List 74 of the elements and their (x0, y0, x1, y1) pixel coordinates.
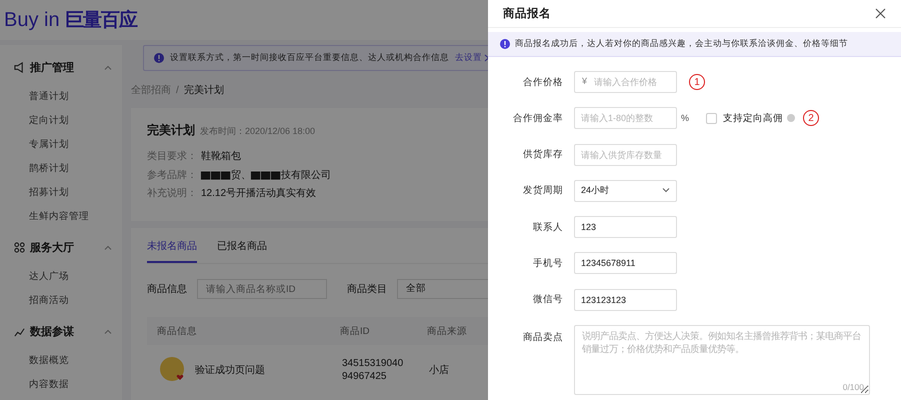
product-source: 小店 (429, 364, 450, 376)
percent-sign: % (681, 113, 690, 124)
publish-time: 发布时间：2020/12/06 18:00 (200, 125, 316, 138)
settings-link[interactable]: 去设置 (455, 52, 490, 64)
breadcrumb-item[interactable]: 完美计划 (184, 83, 224, 97)
megaphone-icon (14, 62, 25, 72)
dropdown[interactable]: 24小时 (574, 180, 677, 202)
form-label: 发货周期 (522, 184, 563, 198)
field-label: 参考品牌： (147, 168, 198, 182)
column-header: 商品来源 (427, 324, 468, 338)
info-icon (500, 39, 510, 49)
column-header: 商品信息 (157, 324, 198, 338)
sidebar-item[interactable]: 招商活动 (0, 289, 122, 313)
sidebar-item[interactable]: 定向计划 (0, 109, 122, 133)
chevron-down-icon (662, 188, 670, 194)
input-field[interactable]: 123123123 (574, 288, 677, 311)
chart-icon (14, 326, 25, 336)
emoji-icon (159, 356, 187, 384)
form-label: 合作价格 (522, 76, 563, 88)
sidebar-section-title[interactable]: 推广管理 (30, 60, 104, 74)
form-label: 手机号 (532, 256, 563, 270)
close-icon[interactable] (875, 8, 886, 19)
field-value: 鞋靴箱包 (201, 150, 241, 164)
input-field[interactable]: 123 (574, 216, 677, 238)
sidebar-item[interactable]: 招募计划 (0, 181, 122, 205)
info-text: 商品报名成功后，达人若对你的商品感兴趣，会主动与你联系洽谈佣金、价格等细节 (515, 38, 848, 50)
checkbox-label[interactable]: 支持定向高佣 (723, 112, 784, 125)
tab[interactable]: 已报名商品 (217, 239, 267, 263)
input-field[interactable]: 请输入1-80的整数 (574, 107, 677, 130)
input-field[interactable]: 请输入供货库存数量 (574, 144, 677, 166)
chevron-up-icon[interactable] (104, 64, 112, 70)
currency-sign: ¥ (582, 76, 588, 86)
sidebar-item[interactable]: 达人广场 (0, 265, 122, 289)
breadcrumb-separator: / (176, 84, 179, 96)
input-field[interactable]: 12345678911 (574, 252, 677, 274)
sidebar-item[interactable]: 鹊桥计划 (0, 157, 122, 181)
field-value: 12.12号开播活动真实有效 (201, 186, 316, 200)
checkbox[interactable] (706, 112, 718, 124)
search-field[interactable]: 请输入商品名称或ID (197, 279, 327, 299)
form-label: 供货库存 (522, 148, 563, 162)
filter-label: 商品信息 (147, 282, 187, 296)
drawer-title: 商品报名 (503, 6, 551, 21)
chevron-right-icon (484, 54, 490, 62)
plan-title: 完美计划 (147, 122, 195, 139)
sidebar-item[interactable]: 生鲜内容管理 (0, 205, 122, 229)
annotation-number: 2 (803, 110, 820, 126)
field-label: 补充说明： (147, 186, 198, 200)
form-label: 联系人 (532, 220, 563, 234)
form-label: 微信号 (532, 293, 563, 306)
info-icon (154, 53, 164, 63)
form-label: 合作佣金率 (512, 112, 563, 125)
sidebar-item[interactable]: 专属计划 (0, 133, 122, 157)
field-value: ▇▇▇贸、▇▇▇技有限公司 (201, 168, 331, 182)
help-icon[interactable] (787, 114, 796, 122)
field-label: 类目要求： (147, 150, 198, 164)
sidebar-item[interactable]: 普通计划 (0, 85, 122, 109)
product-id: 34515319040 94967425 (342, 357, 404, 383)
chevron-up-icon[interactable] (104, 328, 112, 334)
sidebar-item[interactable]: 内容数据 (0, 373, 122, 397)
sidebar-item[interactable]: 数据概览 (0, 349, 122, 373)
chevron-up-icon[interactable] (104, 244, 112, 250)
logo: Buy in 巨量百应 (4, 8, 138, 33)
product-name: 验证成功页问题 (195, 364, 265, 376)
column-header: 商品ID (340, 324, 370, 338)
sidebar-section-title[interactable]: 服务大厅 (30, 240, 104, 254)
character-counter: 0/100 (842, 382, 864, 392)
notice-text: 设置联系方式，第一时间接收百应平台重要信息、达人或机构合作信息 (170, 52, 449, 64)
breadcrumb-item[interactable]: 全部招商 (131, 83, 171, 97)
tab[interactable]: 未报名商品 (147, 239, 197, 263)
filter-label: 商品类目 (347, 282, 387, 296)
sidebar-section-title[interactable]: 数据参谋 (30, 324, 104, 338)
form-label: 商品卖点 (522, 331, 563, 344)
grid-icon (14, 242, 25, 252)
annotation-number: 1 (689, 74, 705, 90)
